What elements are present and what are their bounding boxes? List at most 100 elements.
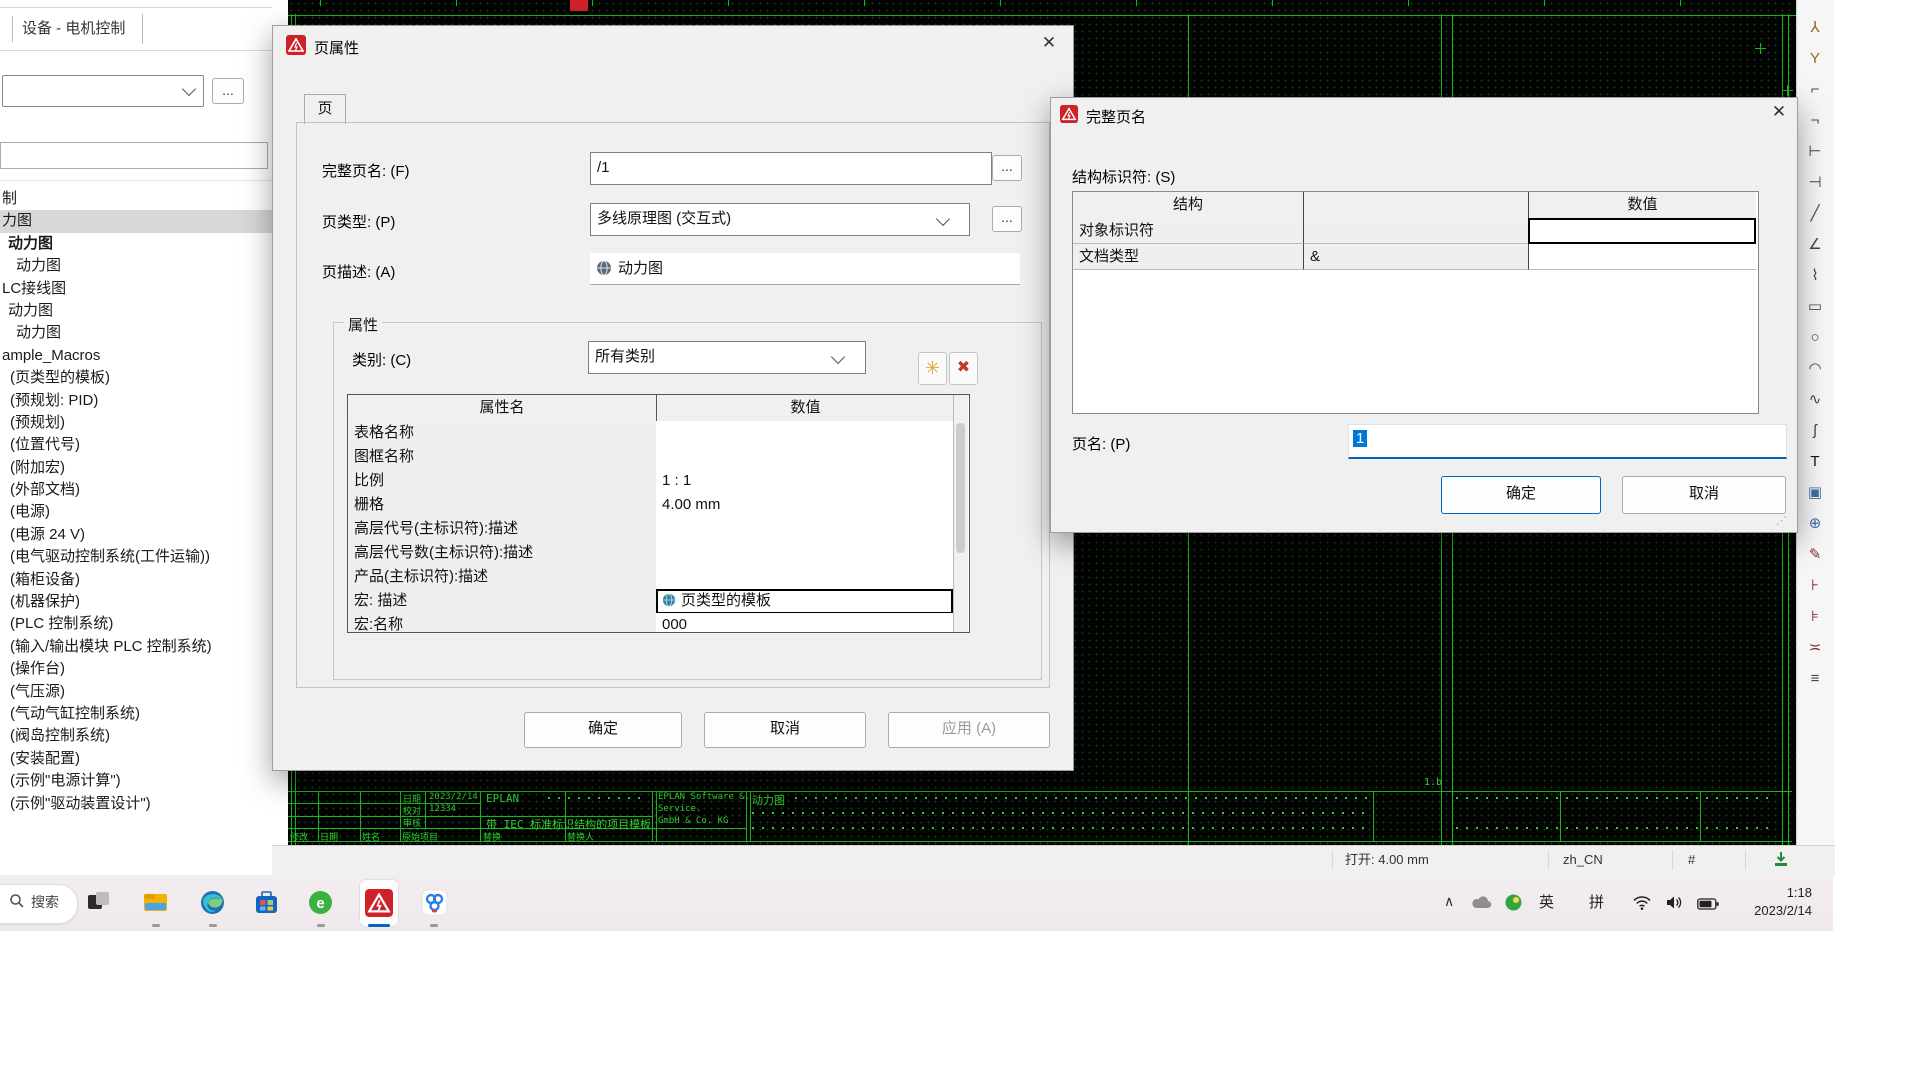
value-cell[interactable] bbox=[1528, 244, 1756, 270]
structure-cell[interactable]: 对象标识符 bbox=[1073, 218, 1303, 244]
property-name-cell[interactable]: 高层代号数(主标识符):描述 bbox=[348, 541, 657, 565]
store-icon[interactable] bbox=[253, 889, 281, 917]
tree-item[interactable]: 制 bbox=[0, 188, 272, 210]
table-row[interactable]: 图框名称 bbox=[348, 445, 953, 469]
cancel-button[interactable]: 取消 bbox=[1622, 476, 1786, 514]
full-page-name-browse-button[interactable]: ... bbox=[992, 155, 1022, 181]
property-name-cell[interactable]: 栅格 bbox=[348, 493, 657, 517]
circle-icon[interactable]: ○ bbox=[1803, 326, 1827, 350]
table-row[interactable]: 对象标识符 bbox=[1073, 218, 1755, 244]
diagonal-line-icon[interactable]: ╱ bbox=[1803, 202, 1827, 226]
search-box[interactable]: 搜索 bbox=[0, 884, 78, 924]
project-filter-combobox[interactable] bbox=[2, 75, 204, 107]
curve-icon[interactable]: ʃ bbox=[1803, 419, 1827, 443]
property-name-cell[interactable]: 宏: 描述 bbox=[348, 589, 657, 613]
property-name-cell[interactable]: 比例 bbox=[348, 469, 657, 493]
ok-button[interactable]: 确定 bbox=[524, 712, 682, 748]
table-row[interactable]: 高层代号(主标识符):描述 bbox=[348, 517, 953, 541]
tree-item[interactable]: LC接线图 bbox=[0, 278, 272, 300]
ime-language-pinyin[interactable]: 拼 bbox=[1589, 875, 1604, 931]
battery-icon[interactable] bbox=[1697, 897, 1719, 915]
t-node-left-icon[interactable]: ⊢ bbox=[1803, 140, 1827, 164]
page-name-input[interactable]: 1 bbox=[1348, 424, 1787, 459]
property-value-cell[interactable]: 000 bbox=[656, 613, 953, 632]
tree-item[interactable]: (阀岛控制系统) bbox=[0, 725, 272, 747]
property-name-cell[interactable]: 图框名称 bbox=[348, 445, 657, 469]
arc-icon[interactable]: ◠ bbox=[1803, 357, 1827, 381]
angle-icon[interactable]: ∠ bbox=[1803, 233, 1827, 257]
tree-item[interactable]: (外部文档) bbox=[0, 479, 272, 501]
dimension-h-icon[interactable]: ⊦ bbox=[1803, 574, 1827, 598]
file-explorer-icon[interactable] bbox=[142, 889, 170, 917]
green-leaf-icon[interactable] bbox=[1505, 894, 1522, 916]
table-row[interactable]: 栅格4.00 mm bbox=[348, 493, 953, 517]
rectangle-icon[interactable]: ▭ bbox=[1803, 295, 1827, 319]
spline-icon[interactable]: ∿ bbox=[1803, 388, 1827, 412]
tree-item[interactable]: (输入/输出模块 PLC 控制系统) bbox=[0, 636, 272, 658]
image-icon[interactable]: ▣ bbox=[1803, 481, 1827, 505]
tree-item[interactable]: 动力图 bbox=[0, 322, 272, 344]
tree-item[interactable]: (示例"电源计算") bbox=[0, 770, 272, 792]
property-value-cell[interactable]: 1 : 1 bbox=[656, 469, 953, 493]
close-icon[interactable]: ✕ bbox=[1036, 33, 1062, 57]
tree-item[interactable]: (电源) bbox=[0, 501, 272, 523]
tree-item[interactable]: (气动气缸控制系统) bbox=[0, 703, 272, 725]
tree-item[interactable]: (安装配置) bbox=[0, 748, 272, 770]
ok-button[interactable]: 确定 bbox=[1441, 476, 1601, 514]
property-value-cell[interactable] bbox=[656, 565, 953, 589]
polyline-icon[interactable]: ⌇ bbox=[1803, 264, 1827, 288]
measure-icon[interactable]: ≍ bbox=[1803, 636, 1827, 660]
mid-cell[interactable]: & bbox=[1303, 244, 1529, 270]
column-header-structure[interactable]: 结构 bbox=[1073, 192, 1303, 219]
column-header-value[interactable]: 数值 bbox=[656, 395, 954, 422]
table-row[interactable]: 产品(主标识符):描述 bbox=[348, 565, 953, 589]
blue-circles-app-icon[interactable] bbox=[421, 889, 449, 917]
tree-item[interactable]: 动力图 bbox=[0, 233, 272, 255]
table-row[interactable]: 表格名称 bbox=[348, 421, 953, 445]
tree-item[interactable]: 动力图 bbox=[0, 300, 272, 322]
property-value-cell[interactable] bbox=[656, 541, 953, 565]
tray-chevron-icon[interactable]: ∧ bbox=[1444, 893, 1454, 910]
table-row[interactable]: 高层代号数(主标识符):描述 bbox=[348, 541, 953, 565]
dimension-v-icon[interactable]: ⊧ bbox=[1803, 605, 1827, 629]
table-row[interactable]: 比例1 : 1 bbox=[348, 469, 953, 493]
ime-language-en[interactable]: 英 bbox=[1539, 875, 1554, 931]
tree-item[interactable]: (PLC 控制系统) bbox=[0, 613, 272, 635]
tree-item[interactable]: (预规划: PID) bbox=[0, 390, 272, 412]
page-type-browse-button[interactable]: ... bbox=[992, 206, 1022, 232]
speaker-icon[interactable] bbox=[1666, 895, 1683, 915]
filter-dots-button[interactable]: ... bbox=[212, 78, 244, 104]
tree-item[interactable]: (附加宏) bbox=[0, 457, 272, 479]
property-value-cell[interactable]: 页类型的模板 bbox=[656, 589, 953, 613]
task-view-icon[interactable] bbox=[86, 889, 114, 917]
clock-time[interactable]: 1:18 bbox=[1740, 885, 1812, 901]
table-row[interactable]: 文档类型& bbox=[1073, 244, 1755, 270]
property-value-cell[interactable]: 4.00 mm bbox=[656, 493, 953, 517]
t-node-right-icon[interactable]: ⊣ bbox=[1803, 171, 1827, 195]
property-name-cell[interactable]: 产品(主标识符):描述 bbox=[348, 565, 657, 589]
value-cell[interactable] bbox=[1528, 218, 1756, 244]
cancel-button[interactable]: 取消 bbox=[704, 712, 866, 748]
delete-property-button[interactable]: ✖ bbox=[949, 352, 978, 385]
corner-ne-icon[interactable]: ⌐ bbox=[1803, 78, 1827, 102]
tree-item[interactable]: (机器保护) bbox=[0, 591, 272, 613]
column-header-name[interactable]: 属性名 bbox=[348, 395, 656, 422]
tree-item[interactable]: ample_Macros bbox=[0, 345, 272, 367]
property-name-cell[interactable]: 宏:名称 bbox=[348, 613, 657, 632]
tree-item[interactable]: 动力图 bbox=[0, 255, 272, 277]
eplan-icon[interactable] bbox=[365, 889, 393, 917]
table-scrollbar[interactable] bbox=[953, 395, 968, 632]
tree-item[interactable]: 力图 bbox=[0, 210, 272, 232]
property-value-cell[interactable] bbox=[656, 445, 953, 469]
tree-item[interactable]: (页类型的模板) bbox=[0, 367, 272, 389]
page-type-combobox[interactable]: 多线原理图 (交互式) bbox=[590, 203, 970, 236]
tree-item[interactable]: (电气驱动控制系统(工件运输)) bbox=[0, 546, 272, 568]
property-name-cell[interactable]: 表格名称 bbox=[348, 421, 657, 445]
green-e-browser-icon[interactable]: e bbox=[307, 889, 335, 917]
tree-item[interactable]: (位置代号) bbox=[0, 434, 272, 456]
column-header-value[interactable]: 数值 bbox=[1528, 192, 1756, 219]
full-page-name-input[interactable]: /1 bbox=[590, 152, 992, 185]
clock-date[interactable]: 2023/2/14 bbox=[1740, 903, 1812, 919]
table-row[interactable]: 宏: 描述页类型的模板 bbox=[348, 589, 953, 613]
scrollbar-thumb[interactable] bbox=[956, 423, 965, 553]
